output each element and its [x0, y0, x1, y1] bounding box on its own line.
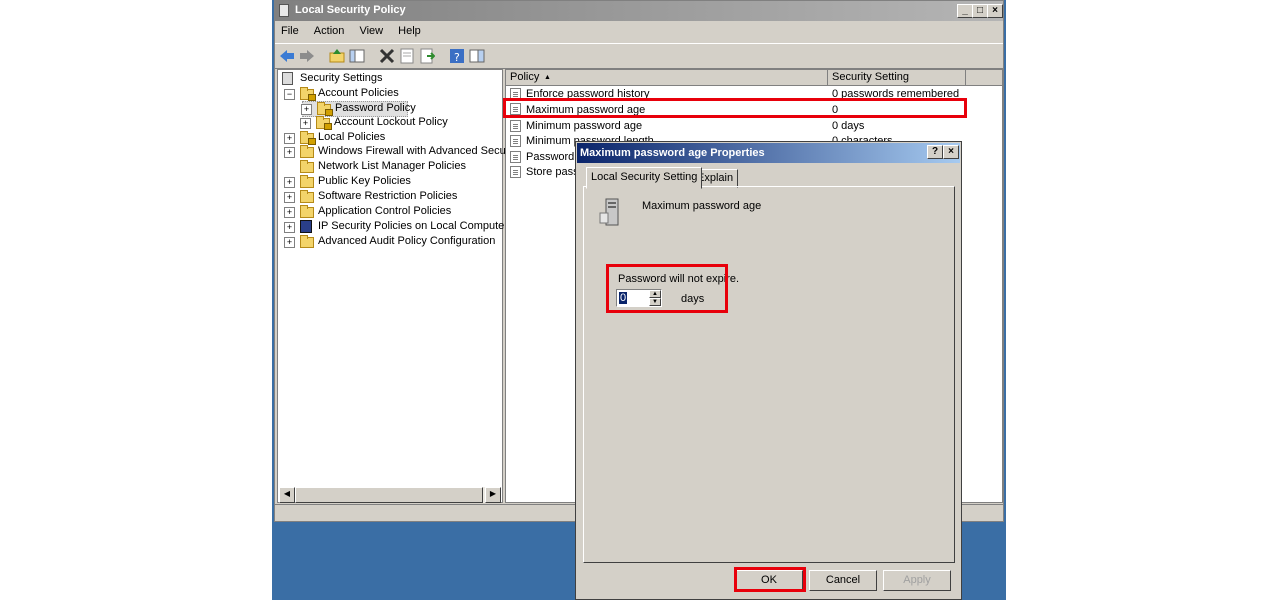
- lock-icon: [308, 94, 316, 101]
- expand-icon[interactable]: +: [284, 177, 295, 188]
- policy-setting-icon: [510, 135, 521, 147]
- column-header-label: Security Setting: [832, 71, 910, 83]
- expand-icon[interactable]: +: [300, 118, 311, 129]
- highlight-expiry-setting: [606, 264, 728, 313]
- folder-icon: [300, 190, 314, 203]
- apply-button[interactable]: Apply: [883, 570, 951, 591]
- tree-item-label: Account Policies: [318, 87, 399, 99]
- tree-item-label: Local Policies: [318, 131, 386, 143]
- lock-icon: [324, 123, 332, 130]
- scroll-right-icon[interactable]: ▶: [485, 487, 501, 503]
- tree-item-label: Software Restriction Policies: [318, 190, 458, 202]
- policy-heading: Maximum password age: [642, 200, 762, 212]
- dialog-close-button[interactable]: ×: [943, 145, 959, 159]
- scroll-thumb[interactable]: [295, 487, 483, 503]
- tab-panel: Maximum password age Password will not e…: [583, 186, 955, 563]
- expand-icon[interactable]: +: [284, 237, 295, 248]
- menu-help[interactable]: Help: [392, 23, 427, 39]
- policy-setting-icon: [510, 120, 521, 132]
- expand-icon[interactable]: +: [284, 207, 295, 218]
- expand-icon[interactable]: +: [284, 192, 295, 203]
- app-icon: [279, 4, 289, 17]
- ip-security-icon: [300, 220, 312, 233]
- scroll-left-icon[interactable]: ◀: [279, 487, 295, 503]
- export-list-icon[interactable]: [419, 48, 435, 64]
- tree-horizontal-scrollbar[interactable]: ◀ ▶: [279, 487, 501, 503]
- close-button[interactable]: ×: [987, 4, 1003, 18]
- show-hide-console-tree-icon[interactable]: [349, 48, 365, 64]
- tree-item-label: Account Lockout Policy: [334, 116, 448, 128]
- highlight-ok-button: [734, 567, 806, 592]
- properties-icon[interactable]: [399, 48, 415, 64]
- minimize-button[interactable]: _: [957, 4, 973, 18]
- window-titlebar: Local Security Policy _ □ ×: [275, 1, 1003, 21]
- tree-item-label: Windows Firewall with Advanced Security: [318, 145, 521, 157]
- folder-icon: [300, 160, 314, 173]
- delete-icon[interactable]: [379, 48, 395, 64]
- expand-icon[interactable]: +: [301, 104, 312, 115]
- lock-icon: [325, 109, 333, 116]
- expand-icon[interactable]: +: [284, 147, 295, 158]
- forward-arrow-icon[interactable]: [299, 48, 315, 64]
- policy-name: Minimum password age: [526, 120, 643, 132]
- column-header-label: Policy: [510, 71, 540, 83]
- menu-bar: File Action View Help: [275, 23, 1003, 41]
- menu-file[interactable]: File: [275, 23, 305, 39]
- window-title: Local Security Policy: [295, 4, 406, 16]
- tree-item-label: IP Security Policies on Local Computer: [318, 220, 508, 232]
- up-folder-icon[interactable]: [329, 48, 345, 64]
- tree-item-label: Advanced Audit Policy Configuration: [318, 235, 496, 247]
- policy-setting-icon: [510, 166, 521, 178]
- column-header-security-setting[interactable]: Security Setting: [828, 70, 966, 86]
- folder-icon: [300, 145, 314, 158]
- server-icon: [598, 197, 624, 227]
- policy-setting-icon: [510, 151, 521, 163]
- console-tree-pane: Security Settings − Account Policies + P…: [277, 69, 520, 503]
- highlight-selected-row: [503, 98, 967, 118]
- show-action-pane-icon[interactable]: [469, 48, 485, 64]
- tree-item-label: Security Settings: [300, 72, 383, 84]
- tree-item-label: Network List Manager Policies: [318, 160, 466, 172]
- toolbar: ?: [275, 43, 1003, 69]
- svg-text:?: ?: [454, 51, 460, 64]
- dialog-title: Maximum password age Properties: [580, 147, 765, 159]
- sort-ascending-icon: ▲: [544, 74, 551, 81]
- help-button[interactable]: ?: [927, 145, 943, 159]
- cancel-button[interactable]: Cancel: [809, 570, 877, 591]
- help-icon[interactable]: ?: [449, 48, 465, 64]
- menu-action[interactable]: Action: [308, 23, 351, 39]
- folder-icon: [300, 205, 314, 218]
- collapse-icon[interactable]: −: [284, 89, 295, 100]
- tree-item-label: Password Policy: [335, 102, 416, 114]
- column-header-policy[interactable]: Policy ▲: [506, 70, 828, 86]
- tab-local-security-setting[interactable]: Local Security Setting: [586, 167, 703, 189]
- properties-dialog: Maximum password age Properties ? × Loca…: [575, 141, 962, 600]
- folder-icon: [300, 235, 314, 248]
- folder-icon: [300, 175, 314, 188]
- security-settings-icon: [282, 72, 293, 85]
- dialog-titlebar: Maximum password age Properties ? ×: [577, 143, 960, 163]
- back-arrow-icon[interactable]: [279, 48, 295, 64]
- tree-item-label: Application Control Policies: [318, 205, 452, 217]
- tree-item-password-policy[interactable]: + Password Policy: [301, 101, 416, 117]
- policy-value: 0 days: [832, 120, 865, 132]
- column-header-empty: [966, 70, 1002, 86]
- tree-item-label: Public Key Policies: [318, 175, 411, 187]
- maximize-button[interactable]: □: [972, 4, 988, 18]
- expand-icon[interactable]: +: [284, 133, 295, 144]
- menu-view[interactable]: View: [353, 23, 389, 39]
- expand-icon[interactable]: +: [284, 222, 295, 233]
- table-row[interactable]: Minimum password age 0 days: [510, 119, 1000, 134]
- lock-icon: [308, 138, 316, 145]
